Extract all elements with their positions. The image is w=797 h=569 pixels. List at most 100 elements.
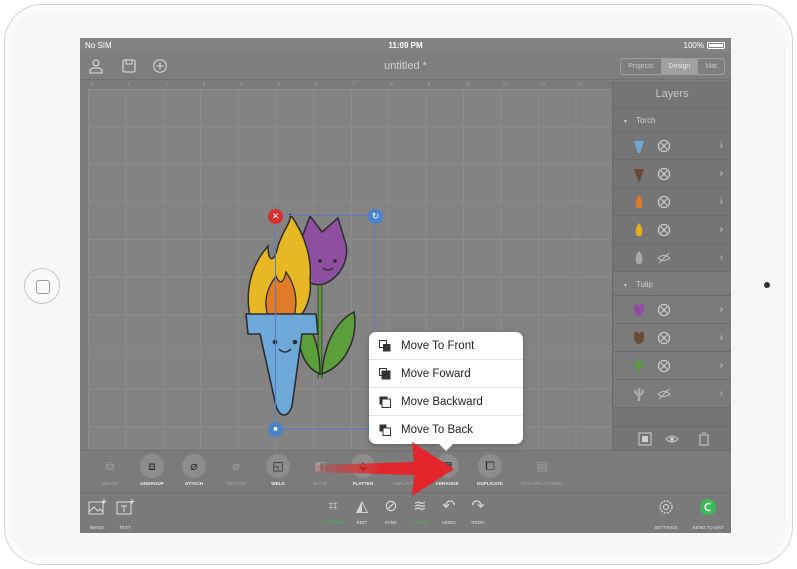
weld-icon: ◱ <box>272 459 284 473</box>
trash-icon[interactable] <box>697 432 711 446</box>
eye-icon[interactable] <box>665 432 679 446</box>
text-icon <box>116 499 135 515</box>
toolbar-button-label: GROUP <box>101 481 119 486</box>
isolate-letters-icon: ▤ <box>536 459 548 473</box>
flame-icon <box>635 251 643 264</box>
ungroup-icon: ⧈ <box>148 458 156 473</box>
send-to-mat-button[interactable]: SEND TO MAT <box>686 497 730 530</box>
layer-row[interactable]: › <box>613 324 731 352</box>
chevron-right-icon[interactable]: › <box>720 332 723 343</box>
move-backward-item[interactable]: Move Backward <box>369 388 523 416</box>
edit-icon: ◭ <box>355 498 369 515</box>
visible-icon[interactable] <box>657 195 671 209</box>
bottom-button-label: REDO <box>471 520 485 525</box>
clock: 11:09 PM <box>388 41 423 50</box>
tulip-icon <box>633 303 645 316</box>
layer-row[interactable]: › <box>613 244 731 272</box>
flame-icon <box>635 195 643 208</box>
ruler-tick: 10 <box>465 82 471 88</box>
arrange-menu: Move To Front Move Foward Move Backward … <box>369 332 523 451</box>
move-forward-icon <box>379 368 391 380</box>
battery-percent: 100% <box>683 41 704 50</box>
group-button[interactable]: ⧉ GROUP <box>88 454 132 487</box>
ruler-tick: 7 <box>352 82 356 88</box>
hidden-icon[interactable] <box>657 251 671 265</box>
move-forward-item[interactable]: Move Foward <box>369 360 523 388</box>
chevron-right-icon[interactable]: › <box>720 388 723 399</box>
ruler-tick: 3 <box>202 82 206 88</box>
layer-row[interactable]: › <box>613 380 731 408</box>
status-bar: No SIM 11:09 PM 100% <box>80 38 731 53</box>
tab-projects[interactable]: Projects <box>621 59 662 74</box>
visible-icon[interactable] <box>657 139 671 153</box>
weld-button[interactable]: ◱ WELD <box>256 454 300 486</box>
tulip-icon <box>633 331 645 344</box>
stem-icon <box>634 388 644 401</box>
chevron-right-icon[interactable]: › <box>720 360 723 371</box>
duplicate-icon: ⧠ <box>485 458 495 473</box>
visible-icon[interactable] <box>657 223 671 237</box>
redo-button[interactable]: ↷ REDO <box>461 497 495 525</box>
group-layer-icon[interactable] <box>638 432 652 446</box>
visible-icon[interactable] <box>657 303 671 317</box>
hidden-icon[interactable] <box>657 387 671 401</box>
layers-panel: Layers ▼ Torch › › › › › ▼ Tulip › › › › <box>612 81 731 450</box>
layer-row[interactable]: › <box>613 188 731 216</box>
menu-item-label: Move Backward <box>401 395 483 408</box>
isolate-letters-button[interactable]: ▤ ISOLATE LETTERS <box>512 454 572 486</box>
ungroup-button[interactable]: ⧈ UNGROUP <box>130 454 174 486</box>
toolbar-button-label: ATTACH <box>184 481 204 486</box>
selection-box[interactable] <box>275 215 375 429</box>
text-button[interactable]: TEXT <box>108 497 142 530</box>
chevron-right-icon[interactable]: › <box>720 140 723 151</box>
lock-handle-icon[interactable]: ■ <box>268 422 283 437</box>
ruler-tick: 0 <box>90 82 93 88</box>
tab-mat[interactable]: Mat <box>698 59 724 74</box>
cone-icon <box>634 141 644 153</box>
ruler-tick: 8 <box>390 82 393 88</box>
chevron-right-icon[interactable]: › <box>720 304 723 315</box>
chevron-right-icon[interactable]: › <box>720 224 723 235</box>
detach-button[interactable]: ⌀ DETACH <box>214 454 258 486</box>
horizontal-ruler: 0 1 2 3 4 5 6 7 8 9 10 11 12 13 <box>80 81 612 89</box>
move-to-front-item[interactable]: Move To Front <box>369 332 523 360</box>
ruler-tick: 1 <box>127 82 131 88</box>
send-to-mat-icon <box>700 499 716 515</box>
chevron-right-icon[interactable]: › <box>720 168 723 179</box>
layer-row[interactable]: › <box>613 296 731 324</box>
rotate-handle-icon[interactable]: ↻ <box>368 209 383 224</box>
toolbar-button-label: DUPLICATE <box>477 481 503 486</box>
delete-handle-icon[interactable]: ✕ <box>268 209 283 224</box>
chevron-right-icon[interactable]: › <box>720 196 723 207</box>
layer-group-tulip[interactable]: ▼ Tulip <box>613 272 731 296</box>
layer-row[interactable]: › <box>613 160 731 188</box>
sync-icon: ⊘ <box>384 498 398 515</box>
vertical-ruler <box>80 89 88 456</box>
cone-icon <box>634 169 644 181</box>
layer-row[interactable]: › <box>613 352 731 380</box>
undo-icon: ↶ <box>442 498 456 515</box>
layer-row[interactable]: › <box>613 216 731 244</box>
home-button[interactable] <box>24 268 60 304</box>
toolbar-button-label: UNGROUP <box>140 481 164 486</box>
visible-icon[interactable] <box>657 331 671 345</box>
chevron-right-icon[interactable]: › <box>720 252 723 263</box>
view-switcher: Projects Design Mat <box>620 58 725 75</box>
layer-row[interactable]: › <box>613 132 731 160</box>
attach-icon: ⌀ <box>190 459 198 473</box>
battery-icon <box>707 42 725 49</box>
ruler-tick: 11 <box>502 82 508 88</box>
duplicate-button[interactable]: ⧠ DUPLICATE <box>468 454 512 486</box>
ruler-tick: 6 <box>315 82 318 88</box>
annotation-arrow-icon <box>316 442 454 496</box>
move-to-back-icon <box>379 424 391 436</box>
visible-icon[interactable] <box>657 167 671 181</box>
stem-icon <box>634 360 644 373</box>
visible-icon[interactable] <box>657 359 671 373</box>
front-camera <box>764 282 770 288</box>
attach-button[interactable]: ⌀ ATTACH <box>172 454 216 486</box>
settings-button[interactable]: SETTINGS <box>646 497 686 530</box>
layer-group-torch[interactable]: ▼ Torch <box>613 108 731 132</box>
settings-icon <box>659 500 673 514</box>
tab-design[interactable]: Design <box>661 59 699 74</box>
